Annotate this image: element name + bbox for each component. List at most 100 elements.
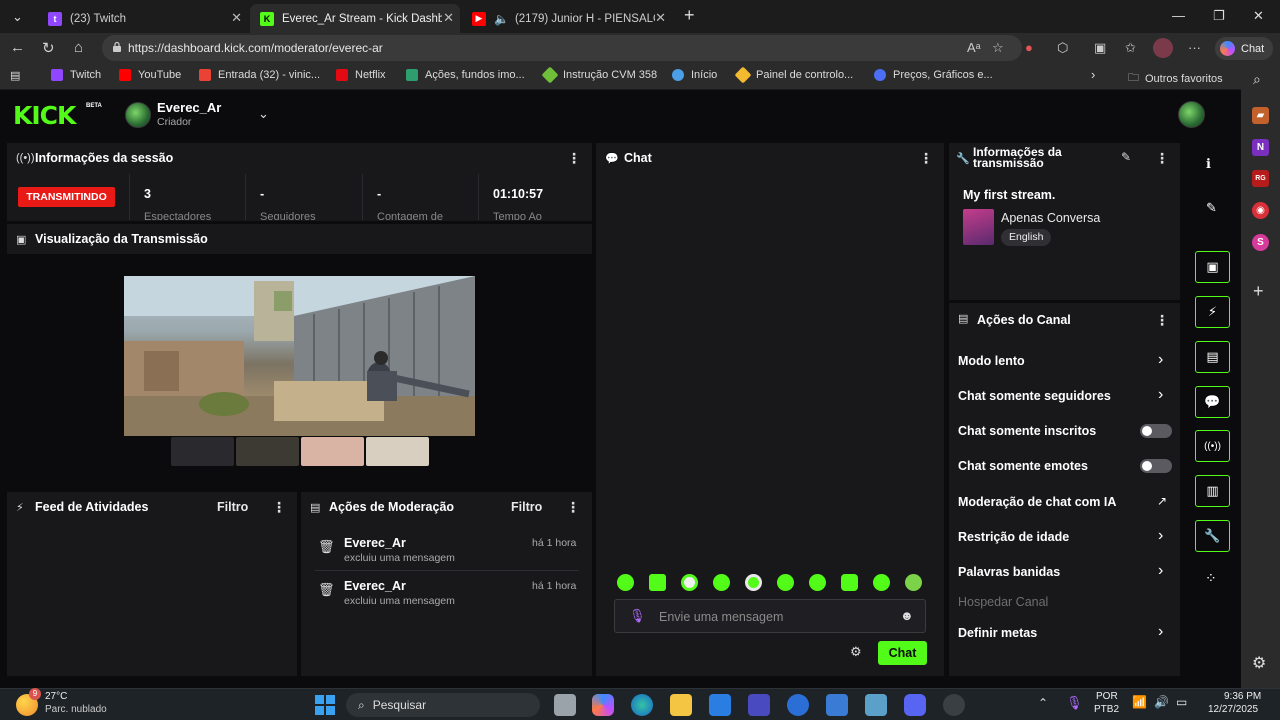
emote-icon[interactable] bbox=[649, 574, 666, 591]
bookmark-twitch[interactable]: Twitch bbox=[51, 69, 101, 81]
external-link-icon[interactable]: ↗ bbox=[1157, 494, 1167, 508]
moderation-user[interactable]: Everec_Ar bbox=[344, 579, 406, 593]
banned-words-option[interactable]: Palavras banidas bbox=[958, 565, 1060, 579]
chevron-right-icon[interactable]: › bbox=[1158, 562, 1163, 580]
chevron-right-icon[interactable]: › bbox=[1158, 351, 1163, 369]
set-goals-option[interactable]: Definir metas bbox=[958, 626, 1037, 640]
scene-thumbnail[interactable] bbox=[366, 437, 429, 466]
channel-actions-menu-icon[interactable]: ⋮ bbox=[1155, 312, 1169, 329]
emote-icon[interactable] bbox=[809, 574, 826, 591]
home-icon[interactable]: ⌂ bbox=[74, 39, 83, 56]
discord-icon[interactable] bbox=[904, 694, 926, 716]
task-view-icon[interactable] bbox=[554, 694, 576, 716]
edge-browser-icon[interactable] bbox=[631, 694, 653, 716]
extensions-puzzle-icon[interactable]: ⬡ bbox=[1057, 40, 1068, 56]
tab-youtube[interactable]: ▶ 🔈 (2179) Junior H - PIENSALO (C ✕ bbox=[462, 4, 672, 33]
s-app-icon[interactable]: S bbox=[1252, 234, 1269, 251]
more-bookmarks-chevron-icon[interactable]: › bbox=[1091, 67, 1095, 82]
bookmark-inicio[interactable]: Início bbox=[672, 69, 717, 81]
followers-only-option[interactable]: Chat somente seguidores bbox=[958, 389, 1111, 403]
scene-thumbnail[interactable] bbox=[236, 437, 299, 466]
channel-switch-chevron-icon[interactable]: ⌄ bbox=[258, 106, 269, 122]
minimize-icon[interactable]: — bbox=[1172, 8, 1185, 23]
new-tab-plus-icon[interactable]: + bbox=[684, 5, 695, 26]
kick-logo[interactable]: KICK bbox=[13, 101, 76, 130]
back-icon[interactable]: ← bbox=[10, 39, 25, 56]
copilot-icon[interactable] bbox=[592, 694, 614, 716]
chevron-right-icon[interactable]: › bbox=[1158, 623, 1163, 641]
session-info-toggle[interactable]: ((•)) bbox=[1195, 430, 1230, 462]
language-indicator[interactable]: POR bbox=[1096, 691, 1118, 702]
moderation-filter-button[interactable]: Filtro bbox=[511, 500, 542, 514]
target-icon[interactable]: ◉ bbox=[1252, 202, 1269, 219]
bookmark-binance[interactable]: Painel de controlo... bbox=[734, 66, 853, 84]
restore-icon[interactable]: ❐ bbox=[1213, 8, 1225, 24]
bookmark-netflix[interactable]: Netflix bbox=[336, 69, 386, 81]
emote-icon[interactable] bbox=[713, 574, 730, 591]
bookmark-coinmarketcap[interactable]: Preços, Gráficos e... bbox=[874, 69, 993, 81]
close-tab-icon[interactable]: ✕ bbox=[443, 10, 454, 26]
battery-icon[interactable]: ▭ bbox=[1176, 695, 1187, 709]
copilot-chat-button[interactable]: Chat bbox=[1215, 37, 1273, 60]
moderation-log-toggle[interactable]: ▤ bbox=[1195, 341, 1230, 373]
extension-icon[interactable]: ● bbox=[1025, 40, 1033, 55]
stream-info-menu-icon[interactable]: ⋮ bbox=[1155, 150, 1169, 167]
emoji-icon[interactable]: ☻ bbox=[900, 608, 914, 623]
read-aloud-icon[interactable]: Aᵃ bbox=[967, 40, 981, 55]
emote-icon[interactable] bbox=[617, 574, 634, 591]
chat-toggle[interactable]: 💬 bbox=[1195, 386, 1230, 418]
slow-mode-option[interactable]: Modo lento bbox=[958, 354, 1025, 368]
chat-menu-icon[interactable]: ⋮ bbox=[919, 150, 933, 167]
other-favorites-folder[interactable]: 🗀 Outros favoritos bbox=[1128, 69, 1223, 88]
info-icon[interactable]: ℹ bbox=[1206, 156, 1211, 172]
close-window-icon[interactable]: ✕ bbox=[1253, 8, 1264, 24]
age-restriction-option[interactable]: Restrição de idade bbox=[958, 530, 1069, 544]
app-icon[interactable] bbox=[943, 694, 965, 716]
app-icon[interactable] bbox=[748, 694, 770, 716]
show-hidden-icons-chevron-icon[interactable]: ⌃ bbox=[1038, 696, 1048, 710]
emote-icon[interactable] bbox=[841, 574, 858, 591]
chat-message-input[interactable]: 🎙 Envie uma mensagem ☻ bbox=[614, 599, 926, 633]
app-icon[interactable] bbox=[826, 694, 848, 716]
ai-moderation-option[interactable]: Moderação de chat com IA bbox=[958, 495, 1116, 509]
search-icon[interactable]: ⌕ bbox=[1253, 71, 1261, 88]
add-sidebar-app-icon[interactable]: + bbox=[1253, 281, 1264, 302]
user-menu-avatar[interactable] bbox=[1178, 101, 1205, 128]
stream-video-player[interactable] bbox=[124, 276, 475, 436]
tab-actions-chevron-icon[interactable]: ⌄ bbox=[12, 9, 23, 25]
session-menu-icon[interactable]: ⋮ bbox=[567, 150, 581, 167]
emote-icon[interactable] bbox=[873, 574, 890, 591]
rg-icon[interactable]: RG bbox=[1252, 170, 1269, 187]
emote-icon[interactable] bbox=[681, 574, 698, 591]
wifi-icon[interactable]: 📶 bbox=[1132, 695, 1147, 709]
moderation-user[interactable]: Everec_Ar bbox=[344, 536, 406, 550]
windows-start-icon[interactable] bbox=[315, 695, 335, 715]
moderation-menu-icon[interactable]: ⋮ bbox=[566, 499, 580, 516]
activity-menu-icon[interactable]: ⋮ bbox=[272, 499, 286, 516]
reading-list-icon[interactable]: ▤ bbox=[10, 69, 20, 82]
onenote-icon[interactable]: N bbox=[1252, 139, 1269, 156]
settings-gear-icon[interactable]: ⚙ bbox=[1252, 653, 1266, 673]
microphone-icon[interactable]: 🎙 bbox=[629, 608, 646, 624]
chat-send-button[interactable]: Chat bbox=[878, 641, 927, 665]
bookmark-youtube[interactable]: YouTube bbox=[119, 69, 181, 81]
app-icon[interactable] bbox=[787, 694, 809, 716]
close-tab-icon[interactable]: ✕ bbox=[231, 10, 242, 26]
edit-pencil-icon[interactable]: ✎ bbox=[1206, 200, 1217, 216]
bookmark-gmail[interactable]: Entrada (32) - vinic... bbox=[199, 69, 320, 81]
clock-date[interactable]: 12/27/2025 bbox=[1208, 704, 1258, 715]
emote-icon[interactable] bbox=[905, 574, 922, 591]
store-icon[interactable] bbox=[709, 694, 731, 716]
subscribers-only-toggle[interactable] bbox=[1140, 424, 1172, 438]
file-explorer-icon[interactable] bbox=[670, 694, 692, 716]
stream-info-toggle[interactable]: 🔧 bbox=[1195, 520, 1230, 552]
taskbar-search[interactable]: ⌕ Pesquisar bbox=[346, 693, 540, 717]
emote-icon[interactable] bbox=[777, 574, 794, 591]
activity-filter-button[interactable]: Filtro bbox=[217, 500, 248, 514]
url-field[interactable]: https://dashboard.kick.com/moderator/eve… bbox=[102, 35, 1022, 61]
scene-thumbnail[interactable] bbox=[171, 437, 234, 466]
channel-actions-toggle[interactable]: ▥ bbox=[1195, 475, 1230, 507]
split-screen-icon[interactable]: ▣ bbox=[1094, 40, 1106, 56]
emote-icon[interactable] bbox=[745, 574, 762, 591]
bookmark-acoes[interactable]: Ações, fundos imo... bbox=[406, 69, 525, 81]
